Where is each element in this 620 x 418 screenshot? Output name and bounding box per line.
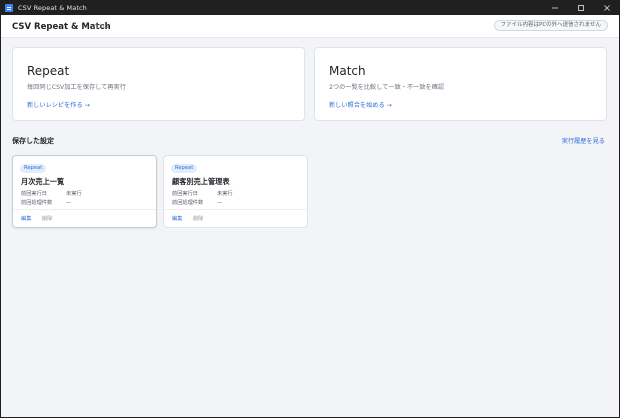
card-divider <box>164 209 307 210</box>
last-run-value: 未実行 <box>66 191 82 197</box>
saved-settings-title: 保存した設定 <box>12 137 54 145</box>
setting-name: 月次売上一覧 <box>21 177 65 186</box>
minimize-icon <box>552 7 558 8</box>
close-icon <box>604 4 610 11</box>
run-history-link[interactable]: 実行履歴を見る <box>562 136 605 145</box>
close-button[interactable] <box>594 0 620 15</box>
last-count-label: 前回処理件数 <box>172 200 204 206</box>
last-run-value: 未実行 <box>217 191 233 197</box>
last-count-row: 前回処理件数 — <box>172 199 222 206</box>
new-match-link[interactable]: 新しい照合を始める → <box>329 100 392 109</box>
saved-setting-card[interactable]: Repeat 顧客別売上管理表 前回実行日 未実行 前回処理件数 — 編集 削除 <box>163 155 308 228</box>
last-count-value: — <box>66 200 72 206</box>
last-run-row: 前回実行日 未実行 <box>172 190 233 197</box>
delete-button[interactable]: 削除 <box>193 215 203 222</box>
app-logo-icon <box>5 3 13 12</box>
delete-button[interactable]: 削除 <box>42 215 52 222</box>
saved-setting-card[interactable]: Repeat 月次売上一覧 前回実行日 未実行 前回処理件数 — 編集 削除 <box>12 155 157 228</box>
match-card-description: 2つの一覧を比較して一致・不一致を確認 <box>329 84 445 91</box>
last-run-label: 前回実行日 <box>21 191 47 197</box>
match-card-title: Match <box>329 64 366 78</box>
window-controls <box>542 0 620 15</box>
edit-button[interactable]: 編集 <box>172 215 182 222</box>
type-badge: Repeat <box>20 164 47 173</box>
repeat-card-description: 毎回同じCSV加工を保存して再実行 <box>27 84 126 91</box>
app-client-area: CSV Repeat & Match v1.0.1 ファイル内容はPCの外へ送信… <box>1 15 619 417</box>
maximize-icon <box>578 4 584 11</box>
match-card[interactable]: Match 2つの一覧を比較して一致・不一致を確認 新しい照合を始める → <box>314 47 607 121</box>
last-run-row: 前回実行日 未実行 <box>21 190 82 197</box>
repeat-card[interactable]: Repeat 毎回同じCSV加工を保存して再実行 新しいレシピを作る → <box>12 47 305 121</box>
last-count-label: 前回処理件数 <box>21 200 53 206</box>
window-title: CSV Repeat & Match <box>18 3 87 12</box>
setting-name: 顧客別売上管理表 <box>172 177 230 186</box>
last-count-value: — <box>217 200 223 206</box>
last-count-row: 前回処理件数 — <box>21 199 71 206</box>
maximize-button[interactable] <box>568 0 594 15</box>
type-badge: Repeat <box>171 164 198 173</box>
new-recipe-link[interactable]: 新しいレシピを作る → <box>27 100 90 109</box>
card-divider <box>13 209 156 210</box>
app-header: CSV Repeat & Match v1.0.1 ファイル内容はPCの外へ送信… <box>1 15 619 38</box>
repeat-card-title: Repeat <box>27 64 70 78</box>
minimize-button[interactable] <box>542 0 568 15</box>
app-version: v1.0.1 <box>92 24 110 30</box>
window-titlebar: CSV Repeat & Match <box>0 0 620 15</box>
last-run-label: 前回実行日 <box>172 191 198 197</box>
edit-button[interactable]: 編集 <box>21 215 31 222</box>
privacy-badge: ファイル内容はPCの外へ送信されません <box>493 20 608 31</box>
